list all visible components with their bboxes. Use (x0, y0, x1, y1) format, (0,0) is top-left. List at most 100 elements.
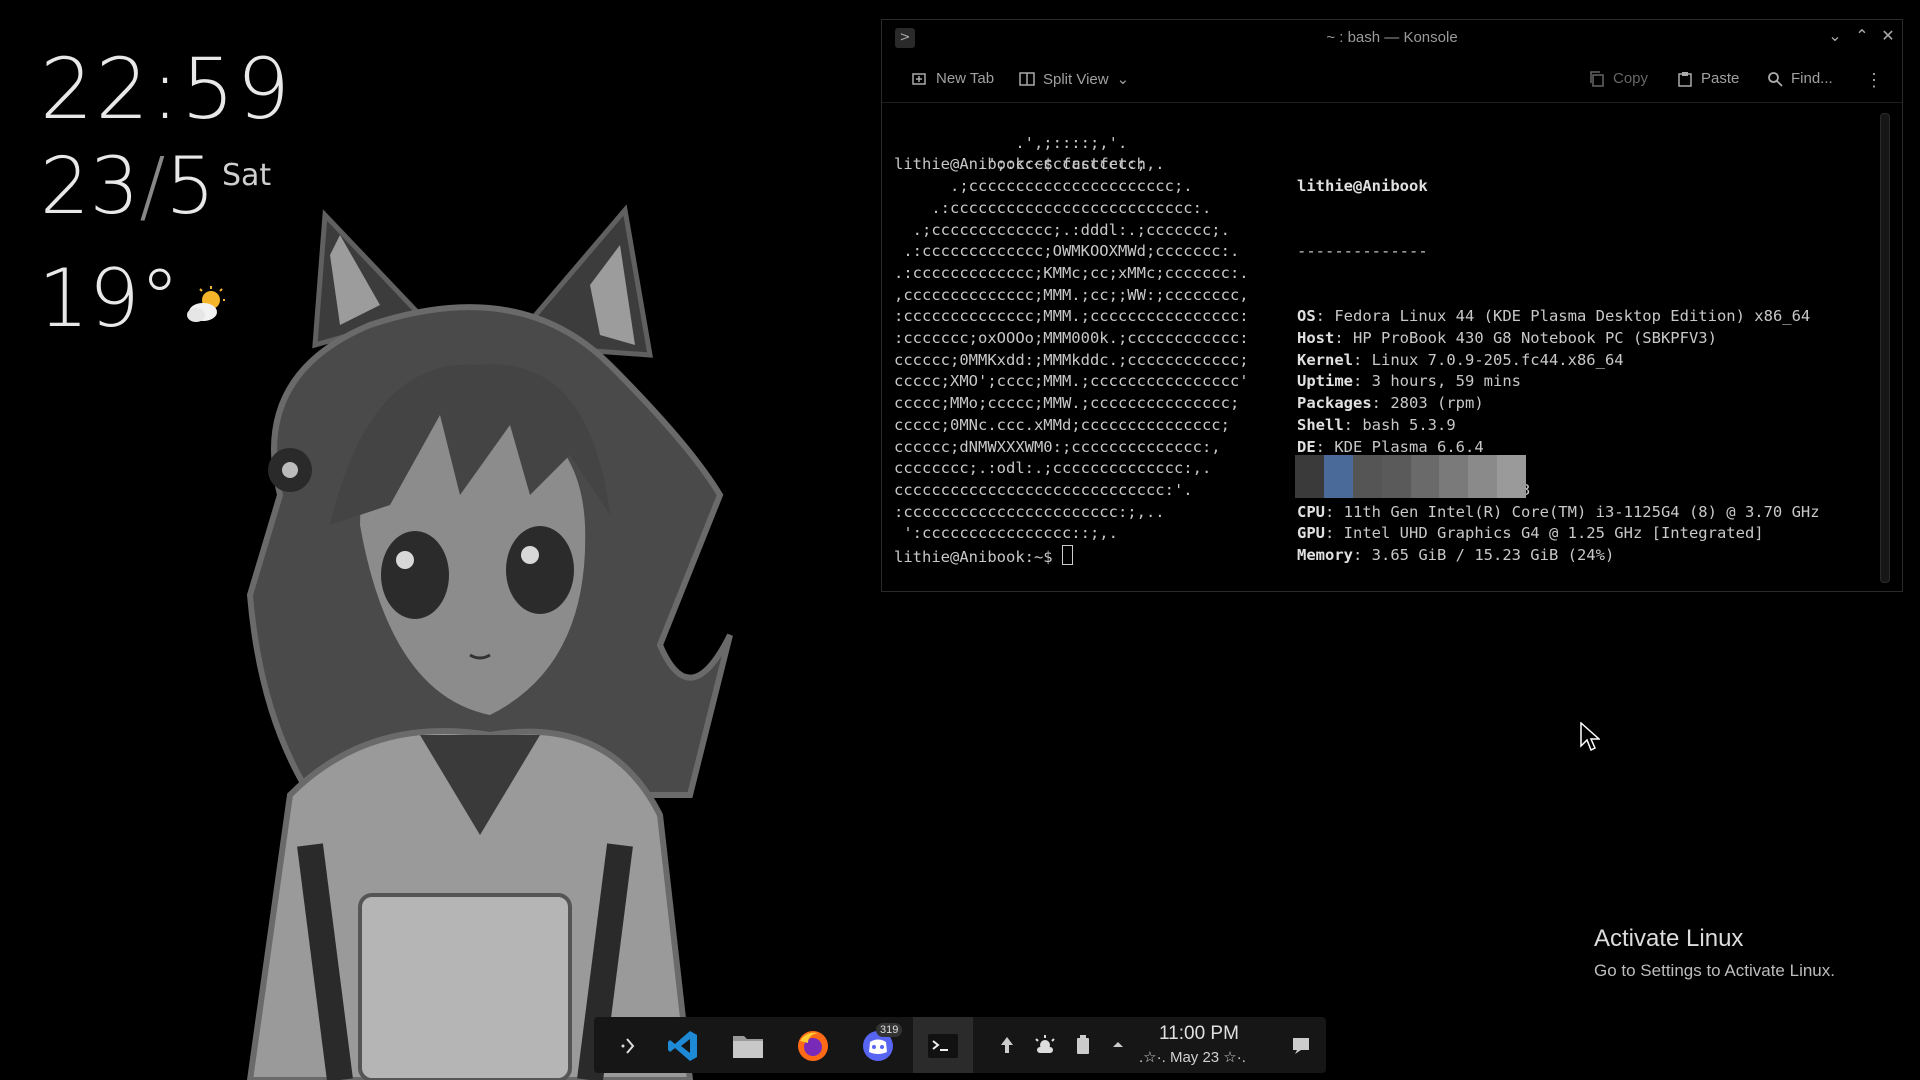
find-button[interactable]: Find... (1767, 70, 1833, 87)
firefox-button[interactable] (783, 1017, 843, 1073)
info-value: bash 5.3.9 (1362, 415, 1456, 434)
taskbar-date[interactable]: .☆·. May 23 ☆·. (1139, 1048, 1246, 1066)
battery-icon[interactable] (1076, 1035, 1090, 1055)
konsole-titlebar[interactable]: > ~ : bash — Konsole ⌄ ⌃ ✕ (882, 20, 1902, 56)
close-icon[interactable]: ✕ (1877, 26, 1899, 45)
chevron-down-icon[interactable]: ⌄ (1117, 70, 1130, 88)
info-key: Host (1297, 329, 1335, 348)
new-tab-button[interactable]: New Tab (912, 70, 994, 87)
files-button[interactable] (718, 1017, 778, 1073)
vscode-icon (668, 1031, 697, 1061)
split-view-label: Split View (1043, 70, 1109, 88)
info-key: Uptime (1297, 372, 1353, 391)
prompt-text: lithie@Anibook:~$ (894, 548, 1062, 566)
fedora-ascii-logo: .',;::::;,'. .';:cccccccccccc:;,. .;cccc… (894, 133, 1249, 545)
text-cursor (1061, 545, 1073, 565)
logo-line: .:cccccccccccccccccccccccccc:. (894, 198, 1212, 217)
mouse-pointer-icon (1580, 722, 1600, 752)
notification-badge: 319 (876, 1023, 903, 1037)
info-key: Packages (1297, 394, 1372, 413)
color-swatch (1497, 455, 1526, 498)
files-icon (733, 1036, 763, 1058)
tray-expand-icon[interactable] (1111, 1035, 1125, 1055)
new-tab-label: New Tab (936, 70, 995, 87)
info-key: Shell (1297, 415, 1344, 434)
kebab-menu-icon[interactable]: ⋮ (1865, 70, 1883, 91)
logo-line: cccccc;dNMWXXXWM0:;cccccccccccccc:, (894, 437, 1221, 456)
logo-line: .;ccccccccccccc;.:dddl:.;ccccccc;. (894, 220, 1230, 239)
weather-tray-icon[interactable] (1034, 1035, 1056, 1055)
info-row: Host: HP ProBook 430 G8 Notebook PC (SBK… (1297, 329, 1717, 348)
info-row: Kernel: Linux 7.0.9-205.fc44.x86_64 (1297, 350, 1624, 369)
logo-line: cccccccc;.:odl:.;cccccccccccccc:,. (894, 459, 1212, 478)
active-prompt-line: lithie@Anibook:~$ (894, 545, 1073, 569)
maximize-icon[interactable]: ⌃ (1851, 26, 1873, 45)
firefox-icon (798, 1031, 828, 1061)
info-separator: -------------- (1297, 242, 1428, 261)
activation-watermark: Activate Linux Go to Settings to Activat… (1594, 925, 1835, 981)
upload-arrow-icon[interactable] (998, 1035, 1016, 1055)
logo-line: ccccc;MMo;ccccc;MMW.;ccccccccccccccc; (894, 394, 1240, 413)
info-row: Memory: 3.65 GiB / 15.23 GiB (24%) (1297, 546, 1615, 565)
logo-line: .;cccccccccccccccccccccc;. (894, 177, 1193, 196)
logo-line: .:ccccccccccccc;KMMc;cc;xMMc;ccccccc:. (894, 263, 1249, 282)
info-value: 11th Gen Intel(R) Core(TM) i3-1125G4 (8)… (1343, 502, 1820, 521)
desktop-date: 23/5 (40, 142, 215, 232)
logo-line: ccccc;XMO';cccc;MMM.;cccccccccccccccc' (894, 372, 1249, 391)
color-swatch (1323, 455, 1353, 498)
logo-line: :cccccccccccccc;MMM.;cccccccccccccccc: (894, 307, 1249, 326)
paste-icon (1678, 71, 1692, 87)
info-value: HP ProBook 430 G8 Notebook PC (SBKPFV3) (1353, 329, 1717, 348)
launcher-button[interactable] (600, 1017, 660, 1073)
paste-label: Paste (1701, 70, 1740, 87)
info-key: Kernel (1297, 350, 1353, 369)
activate-subtext: Go to Settings to Activate Linux. (1594, 961, 1835, 980)
color-swatch (1410, 455, 1440, 498)
logo-line: .:ccccccccccccc;OWMKOOXMWd;ccccccc:. (894, 242, 1240, 261)
taskbar-time[interactable]: 11:00 PM (1159, 1023, 1239, 1045)
paste-button[interactable]: Paste (1677, 70, 1739, 87)
desktop-temperature: 19° (38, 252, 180, 345)
konsole-task-button[interactable] (913, 1017, 973, 1073)
logo-line: .',;::::;,'. (894, 133, 1128, 152)
info-key: DE (1297, 437, 1316, 456)
info-value: KDE Plasma 6.6.4 (1334, 437, 1484, 456)
info-key: GPU (1297, 524, 1325, 543)
copy-icon (1590, 70, 1604, 87)
terminal-output[interactable]: lithie@Anibook:~$ fastfetch .',;::::;,'.… (894, 111, 1874, 583)
info-row: Packages: 2803 (rpm) (1297, 394, 1484, 413)
logo-line: .';:cccccccccccc:;,. (894, 155, 1165, 174)
color-swatch (1295, 455, 1324, 498)
info-value: Linux 7.0.9-205.fc44.x86_64 (1371, 350, 1624, 369)
info-value: Fedora Linux 44 (KDE Plasma Desktop Edit… (1334, 307, 1811, 326)
logo-line: ,cccccccccccccc;MMM.;cc;;WW:;cccccccc, (894, 285, 1249, 304)
desktop-clock: 22:59 (40, 40, 293, 138)
split-view-button[interactable]: Split View ⌄ (1019, 70, 1129, 88)
info-key: OS (1297, 307, 1316, 326)
info-row: GPU: Intel UHD Graphics G4 @ 1.25 GHz [I… (1297, 524, 1764, 543)
minimize-icon[interactable]: ⌄ (1824, 26, 1846, 45)
info-key: Memory (1297, 546, 1353, 565)
logo-line: cccccc;0MMKxdd:;MMMkddc.;cccccccccccc; (894, 350, 1249, 369)
terminal-scrollbar[interactable] (1880, 113, 1890, 583)
copy-button[interactable]: Copy (1589, 70, 1648, 87)
info-row: Uptime: 3 hours, 59 mins (1297, 372, 1521, 391)
logo-line: ccccccccccccccccccccccccccccc:'. (894, 480, 1193, 499)
info-row: Shell: bash 5.3.9 (1297, 415, 1456, 434)
logo-line: :ccccccccccccccccccccccc:;,.. (894, 502, 1165, 521)
wallpaper-character (246, 204, 733, 1080)
color-swatch (1381, 455, 1411, 498)
konsole-toolbar: New Tab Split View ⌄ Copy Paste Find... … (882, 56, 1902, 103)
color-swatches (1295, 455, 1526, 498)
new-tab-icon (912, 72, 926, 85)
activate-heading: Activate Linux (1594, 925, 1744, 952)
info-key: CPU (1297, 502, 1325, 521)
notifications-icon[interactable] (1291, 1035, 1311, 1055)
color-swatch (1439, 455, 1469, 498)
taskbar: 319 11:00 PM .☆·. May 23 ☆·. (594, 1017, 1326, 1073)
copy-label: Copy (1613, 70, 1649, 87)
window-title: ~ : bash — Konsole (1326, 29, 1458, 46)
konsole-window: > ~ : bash — Konsole ⌄ ⌃ ✕ New Tab Split… (881, 19, 1903, 592)
vscode-button[interactable] (653, 1017, 713, 1073)
logo-line: ccccc;0MNc.ccc.xMMd;ccccccccccccccc; (894, 415, 1230, 434)
